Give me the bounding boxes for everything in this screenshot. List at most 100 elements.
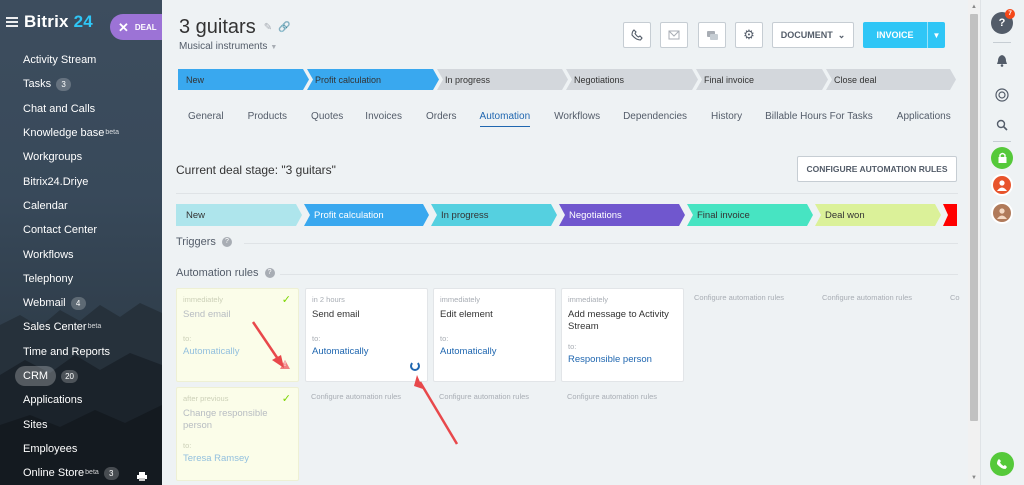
brand-logo[interactable]: Bitrix 24 — [24, 12, 93, 32]
rule-target-link[interactable]: Automatically — [183, 346, 240, 357]
chevron-down-icon[interactable]: ▼ — [927, 22, 945, 48]
sidebar-item-label: Contact Center — [23, 224, 97, 237]
configure-rules-link[interactable]: Configure automation rules — [822, 293, 912, 302]
sidebar-item-workgroups[interactable]: Workgroups — [0, 145, 162, 169]
stage-negotiations[interactable]: Negotiations — [566, 69, 698, 90]
stage-profit-calculation[interactable]: Profit calculation — [307, 69, 439, 90]
automation-rule-card[interactable]: immediately Add message to Activity Strea… — [561, 288, 684, 382]
tab-automation[interactable]: Automation — [479, 111, 531, 127]
printer-icon[interactable] — [137, 469, 147, 481]
configure-rules-link[interactable]: Configure automation rules — [694, 293, 784, 302]
tab-dependencies[interactable]: Dependencies — [623, 111, 687, 127]
sidebar-item-activity-stream[interactable]: Activity Stream — [0, 48, 162, 72]
stage-in-progress[interactable]: In progress — [437, 69, 568, 90]
call-button[interactable] — [990, 452, 1014, 476]
phone-button[interactable] — [623, 22, 651, 48]
sidebar-item-workflows[interactable]: Workflows — [0, 242, 162, 266]
help-icon[interactable]: ? — [221, 237, 232, 247]
sidebar-item-contact-center[interactable]: Contact Center — [0, 218, 162, 242]
sidebar-item-tasks[interactable]: Tasks 3 — [0, 72, 162, 96]
rule-target-link[interactable]: Teresa Ramsey — [183, 453, 249, 464]
sidebar-item-label: Telephony — [23, 272, 74, 285]
divider — [244, 243, 958, 244]
deal-close-button[interactable]: ✕ DEAL — [110, 14, 162, 40]
tab-applications[interactable]: Applications — [897, 111, 951, 127]
warning-icon[interactable]: ! — [280, 360, 290, 369]
search-everywhere-button[interactable] — [991, 84, 1013, 106]
automation-stage-deal-won[interactable]: Deal won — [815, 204, 941, 226]
document-button[interactable]: DOCUMENT ⌄ — [772, 22, 854, 48]
sidebar-item-applications[interactable]: Applications — [0, 388, 162, 412]
automation-rule-card[interactable]: in 2 hours Send email to: Automatically — [305, 288, 428, 382]
lock-button[interactable] — [991, 147, 1013, 169]
automation-rule-card[interactable]: after previous Change responsible person t… — [176, 387, 299, 481]
scrollbar[interactable]: ▲ ▼ — [968, 0, 980, 485]
settings-button[interactable]: ⚙ — [735, 22, 763, 48]
close-icon[interactable]: ✕ — [118, 21, 129, 34]
rules-section: Automation rules ? — [176, 267, 275, 279]
automation-stage-more[interactable] — [943, 204, 957, 226]
automation-stage-negotiations[interactable]: Negotiations — [559, 204, 685, 226]
tab-quotes[interactable]: Quotes — [311, 111, 343, 127]
search-icon — [996, 119, 1008, 131]
configure-automation-button[interactable]: CONFIGURE AUTOMATION RULES — [797, 156, 957, 182]
sidebar-item-webmail[interactable]: Webmail 4 — [0, 291, 162, 315]
sidebar-item-online-store[interactable]: Online Store beta 3 — [0, 461, 162, 485]
chat-button[interactable] — [698, 22, 726, 48]
rule-target-link[interactable]: Responsible person — [568, 354, 652, 365]
sidebar-item-sales-center[interactable]: Sales Center beta — [0, 315, 162, 339]
sidebar-item-telephony[interactable]: Telephony — [0, 267, 162, 291]
help-icon[interactable]: ? — [264, 268, 275, 278]
tab-history[interactable]: History — [711, 111, 742, 127]
automation-stage-profit-calculation[interactable]: Profit calculation — [304, 204, 429, 226]
stage-close-deal[interactable]: Close deal — [826, 69, 956, 90]
automation-stage-new[interactable]: New — [176, 204, 302, 226]
tab-general[interactable]: General — [188, 111, 224, 127]
sidebar-item-time-and-reports[interactable]: Time and Reports — [0, 340, 162, 364]
chat-icon — [706, 30, 718, 40]
sidebar-item-knowledge-base[interactable]: Knowledge base beta — [0, 121, 162, 145]
sidebar-item-chat-and-calls[interactable]: Chat and Calls — [0, 97, 162, 121]
deal-category[interactable]: Musical instruments ▼ — [179, 41, 277, 52]
configure-rules-link[interactable]: Configure automation rules — [311, 392, 401, 401]
sidebar-item-crm[interactable]: CRM 20 — [0, 364, 162, 388]
rule-name: Edit element — [440, 309, 493, 320]
rule-target-link[interactable]: Automatically — [312, 346, 369, 357]
beta-tag: beta — [87, 323, 102, 331]
tab-invoices[interactable]: Invoices — [365, 111, 402, 127]
configure-rules-link[interactable]: Configure automation rules — [439, 392, 529, 401]
stage-new[interactable]: New — [178, 69, 309, 90]
tab-billable-hours-for-tasks[interactable]: Billable Hours For Tasks — [765, 111, 873, 127]
mail-button[interactable] — [660, 22, 688, 48]
help-button[interactable]: ? 7 — [991, 9, 1015, 34]
scrollbar-thumb[interactable] — [970, 14, 978, 421]
sidebar-item-employees[interactable]: Employees — [0, 437, 162, 461]
sidebar-item-sites[interactable]: Sites — [0, 412, 162, 436]
automation-rule-card[interactable]: immediately Send email to: Automatically ✓! — [176, 288, 299, 382]
rule-target-link[interactable]: Automatically — [440, 346, 497, 357]
menu-icon[interactable] — [6, 17, 18, 27]
tab-orders[interactable]: Orders — [426, 111, 457, 127]
automation-stage-final-invoice[interactable]: Final invoice — [687, 204, 813, 226]
scroll-up-icon[interactable]: ▲ — [971, 4, 977, 10]
invoice-button[interactable]: INVOICE ▼ — [863, 22, 945, 48]
avatar[interactable] — [991, 174, 1013, 196]
beta-tag: beta — [105, 129, 119, 137]
notifications-button[interactable] — [991, 49, 1013, 71]
search-button[interactable] — [991, 114, 1013, 136]
automation-stage-in-progress[interactable]: In progress — [431, 204, 557, 226]
counter-badge: 20 — [61, 369, 78, 383]
sidebar-item-calendar[interactable]: Calendar — [0, 194, 162, 218]
edit-icon[interactable]: ✎ — [264, 22, 272, 33]
sidebar-item-bitrix24-driye[interactable]: Bitrix24.Driye — [0, 169, 162, 193]
tab-products[interactable]: Products — [248, 111, 287, 127]
configure-rules-link[interactable]: Configure automation rules — [567, 392, 657, 401]
automation-rule-card[interactable]: immediately Edit element to: Automatically — [433, 288, 556, 382]
brand[interactable]: Bitrix 24 — [6, 12, 93, 32]
link-icon[interactable]: 🔗 — [278, 22, 290, 33]
tab-workflows[interactable]: Workflows — [554, 111, 600, 127]
scroll-down-icon[interactable]: ▼ — [971, 475, 977, 481]
stage-final-invoice[interactable]: Final invoice — [696, 69, 828, 90]
configure-rules-link[interactable]: Co — [950, 293, 960, 302]
avatar[interactable] — [991, 202, 1013, 224]
